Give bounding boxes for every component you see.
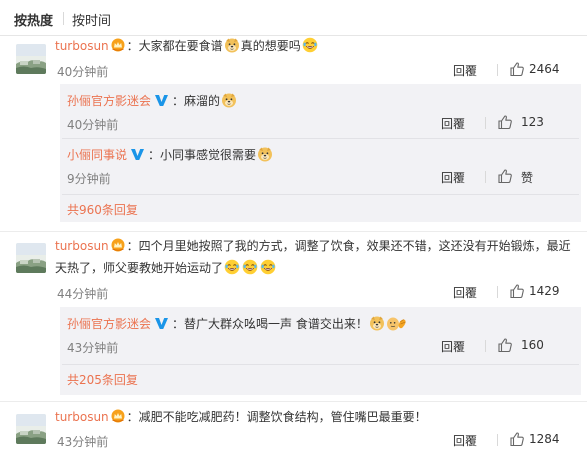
like-count: 160 [521,338,544,352]
like-thumb-icon[interactable] [497,114,513,130]
reply-button[interactable]: 回覆 [441,338,465,355]
reply-text: 孙俪官方影迷会 ：麻溜的 [67,91,238,111]
comment-text-line2: 天热了，师父要教她开始运动了 [55,258,277,278]
action-divider [485,340,486,352]
comment-username[interactable]: turbosun [55,39,109,53]
comment-text: turbosun ：减肥不能吃减肥药！调整饮食结构，管住嘴巴最重要！ [55,407,427,427]
action-divider [497,64,498,76]
reply-time: 40分钟前 [67,118,119,132]
sort-bar: 按热度 按时间 [0,0,587,36]
sort-divider [63,12,64,25]
reply-actions: 回覆 123 [435,113,571,133]
reply-button[interactable]: 回覆 [441,169,465,186]
like-count: 赞 [521,171,534,185]
doge-emoji-icon [224,37,240,53]
doge-emoji-icon [221,92,237,108]
verified-v-icon [154,316,169,330]
like-count: 1429 [529,284,560,298]
comment-time: 40分钟前 [57,65,109,79]
laughing-tears-emoji-icon [224,259,240,275]
reply-button[interactable]: 回覆 [453,284,477,301]
action-divider [497,286,498,298]
avatar[interactable] [16,44,46,74]
comment-actions: 回覆 1429 [437,282,577,302]
comment-text: turbosun ：四个月里她按照了我的方式，调整了饮食，效果还不错，这还没有开始… [55,236,571,256]
comment-body: ：减肥不能吃减肥药！调整饮食结构，管住嘴巴最重要！ [126,410,427,424]
reply-separator [62,194,579,195]
reply-body: ：替广大群众吆喝一声 食谱交出来！ [172,317,368,331]
reply-text: 孙俪官方影迷会 ：替广大群众吆喝一声 食谱交出来！ [67,314,408,334]
reply-actions: 回覆 赞 [435,167,571,187]
doge-emoji-icon [369,315,385,331]
reply-separator [62,138,579,139]
like-count: 1284 [529,432,560,446]
sort-by-hot-tab[interactable]: 按热度 [14,10,53,29]
member-crown-icon[interactable] [111,38,125,52]
action-divider [485,117,486,129]
comment-username[interactable]: turbosun [55,239,109,253]
comment-body: ：四个月里她按照了我的方式，调整了饮食，效果还不错，这还没有开始锻炼，最近 [126,239,571,253]
more-replies-link[interactable]: 共205条回复 [67,371,138,388]
reply-time: 9分钟前 [67,172,111,186]
avatar[interactable] [16,414,46,444]
avatar[interactable] [16,243,46,273]
comment-actions: 回覆 2464 [437,60,577,80]
verified-v-icon [130,147,145,161]
like-count: 123 [521,115,544,129]
action-divider [497,434,498,446]
clap-emoji-icon [386,315,408,331]
reply-time: 43分钟前 [67,341,119,355]
verified-v-icon [154,93,169,107]
like-thumb-icon[interactable] [509,431,525,447]
reply-username[interactable]: 小俪同事说 [67,148,127,162]
laughing-tears-emoji-icon [302,37,318,53]
reply-body: ：麻溜的 [172,94,221,108]
doge-emoji-icon [257,146,273,162]
reply-button[interactable]: 回覆 [441,115,465,132]
like-thumb-icon[interactable] [497,168,513,184]
comment-time: 43分钟前 [57,435,109,449]
reply-button[interactable]: 回覆 [453,432,477,449]
laughing-tears-emoji-icon [260,259,276,275]
comment-body-continued: 真的想要吗 [240,39,301,53]
sort-by-time-tab[interactable]: 按时间 [72,10,111,29]
comment-divider [0,231,587,232]
comment-time: 44分钟前 [57,287,109,301]
reply-username[interactable]: 孙俪官方影迷会 [67,94,151,108]
reply-button[interactable]: 回覆 [453,62,477,79]
comment-body: ：大家都在要食谱 [126,39,223,53]
reply-text: 小俪同事说 ：小同事感觉很需要 [67,145,274,165]
laughing-tears-emoji-icon [242,259,258,275]
action-divider [485,171,486,183]
like-thumb-icon[interactable] [509,283,525,299]
reply-actions: 回覆 160 [435,336,571,356]
like-thumb-icon[interactable] [509,61,525,77]
reply-body: ：小同事感觉很需要 [148,148,257,162]
reply-separator [62,364,579,365]
like-thumb-icon[interactable] [497,337,513,353]
member-crown-icon[interactable] [111,409,125,423]
like-count: 2464 [529,62,560,76]
reply-username[interactable]: 孙俪官方影迷会 [67,317,151,331]
more-replies-link[interactable]: 共960条回复 [67,201,138,218]
member-crown-icon[interactable] [111,238,125,252]
comment-body-continued: 天热了，师父要教她开始运动了 [55,261,224,275]
comment-username[interactable]: turbosun [55,410,109,424]
comment-actions: 回覆 1284 [437,430,577,450]
comment-text: turbosun ：大家都在要食谱 真的想要吗 [55,36,319,56]
comment-divider [0,401,587,402]
